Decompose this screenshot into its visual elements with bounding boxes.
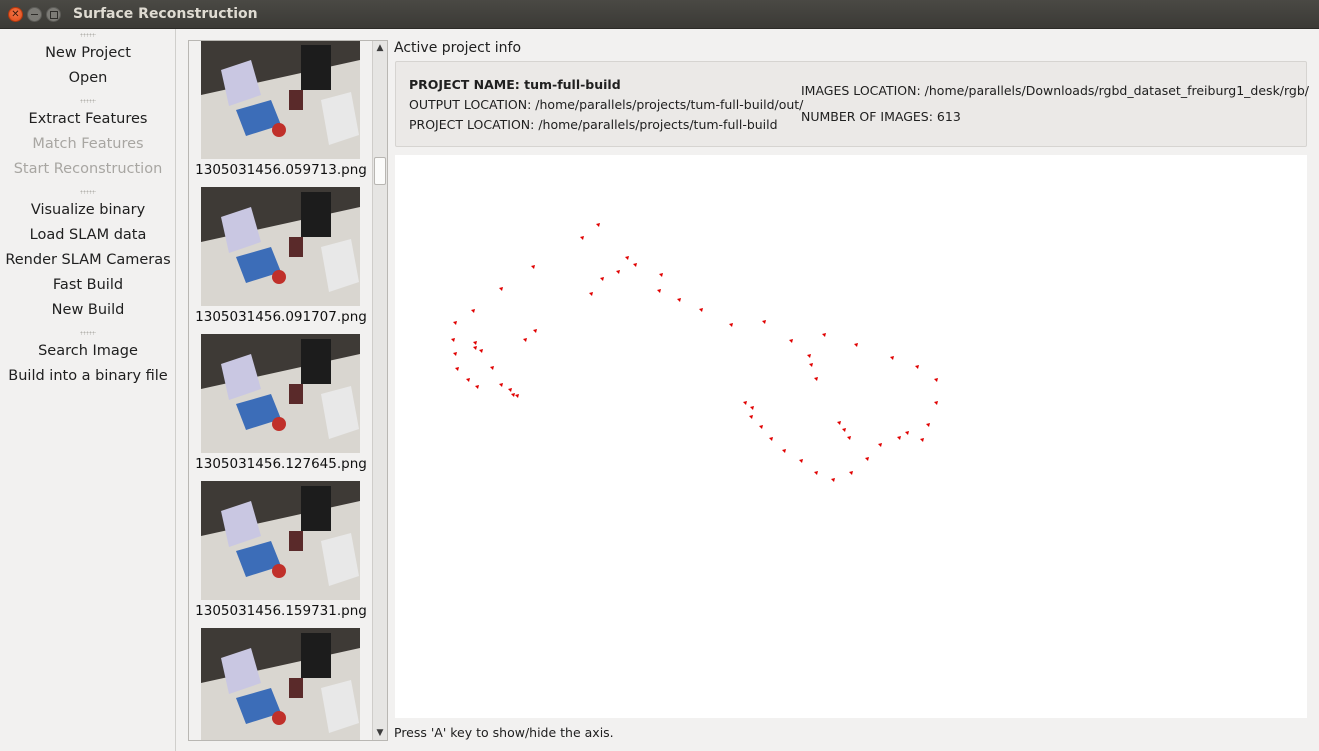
number-of-images: NUMBER OF IMAGES: 613: [801, 109, 961, 124]
fast-build-button[interactable]: Fast Build: [0, 277, 176, 293]
render-slam-cameras-button[interactable]: Render SLAM Cameras: [0, 252, 176, 268]
new-build-button[interactable]: New Build: [0, 302, 176, 318]
image-list-item[interactable]: 1305031456.059713.png: [189, 41, 373, 187]
image-filename: 1305031456.059713.png: [195, 162, 367, 178]
visualize-binary-button[interactable]: Visualize binary: [0, 202, 176, 218]
title-bar: ✕ Surface Reconstruction: [0, 0, 1319, 29]
images-location: IMAGES LOCATION: /home/parallels/Downloa…: [801, 83, 1310, 98]
image-filename: 1305031456.127645.png: [195, 456, 367, 472]
image-filename: 1305031456.091707.png: [195, 309, 367, 325]
minimize-icon[interactable]: [27, 7, 42, 22]
close-icon[interactable]: ✕: [8, 7, 23, 22]
new-project-button[interactable]: New Project: [0, 45, 176, 61]
project-location: PROJECT LOCATION: /home/parallels/projec…: [409, 117, 778, 132]
section-title: Active project info: [394, 40, 522, 56]
toolbar-separator: [80, 33, 96, 37]
search-image-button[interactable]: Search Image: [0, 343, 176, 359]
scroll-down-icon[interactable]: ▼: [373, 726, 387, 740]
desk-photo-thumbnail: [201, 334, 360, 453]
image-list-scrollbar[interactable]: ▲ ▼: [372, 41, 387, 740]
scroll-up-icon[interactable]: ▲: [373, 41, 387, 55]
image-list-item[interactable]: 1305031456.191658.png: [189, 628, 373, 740]
extract-features-button[interactable]: Extract Features: [0, 111, 176, 127]
toolbar-separator: [80, 99, 96, 103]
desk-photo-thumbnail: [201, 481, 360, 600]
image-list[interactable]: 1305031456.059713.png 1305031456.091707.p…: [188, 40, 388, 741]
desk-photo-thumbnail: [201, 41, 360, 159]
window-title: Surface Reconstruction: [73, 6, 258, 22]
match-features-button[interactable]: Match Features: [0, 136, 176, 152]
toolbar-separator: [80, 190, 96, 194]
toolbar-separator: [80, 331, 96, 335]
camera-viewport[interactable]: [395, 155, 1307, 718]
desk-photo-thumbnail: [201, 628, 360, 740]
desk-photo-thumbnail: [201, 187, 360, 306]
maximize-icon[interactable]: [46, 7, 61, 22]
image-list-item[interactable]: 1305031456.127645.png: [189, 334, 373, 481]
open-button[interactable]: Open: [0, 70, 176, 86]
image-list-item[interactable]: 1305031456.091707.png: [189, 187, 373, 334]
sidebar: New Project Open Extract Features Match …: [0, 29, 176, 751]
project-name: PROJECT NAME: tum-full-build: [409, 77, 621, 92]
output-location: OUTPUT LOCATION: /home/parallels/project…: [409, 97, 804, 112]
scrollbar-handle[interactable]: [374, 157, 386, 185]
load-slam-data-button[interactable]: Load SLAM data: [0, 227, 176, 243]
image-filename: 1305031456.159731.png: [195, 603, 367, 619]
start-reconstruction-button[interactable]: Start Reconstruction: [0, 161, 176, 177]
build-binary-file-button[interactable]: Build into a binary file: [0, 368, 176, 384]
status-hint: Press 'A' key to show/hide the axis.: [394, 725, 614, 740]
image-list-item[interactable]: 1305031456.159731.png: [189, 481, 373, 628]
project-info-panel: PROJECT NAME: tum-full-build OUTPUT LOCA…: [395, 61, 1310, 147]
camera-trajectory: [451, 223, 938, 482]
